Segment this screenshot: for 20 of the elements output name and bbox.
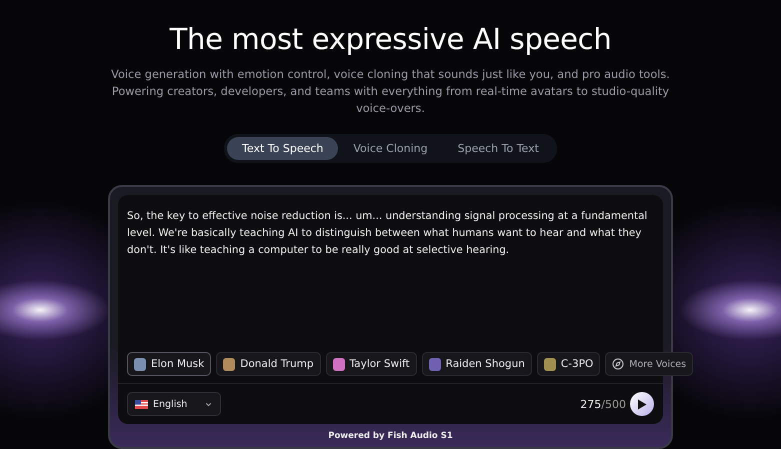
page-subtitle: Voice generation with emotion control, voice cloning that sounds just like you, and pro audio tools. Powering creators, developers, and teams with everything from real-time avatars to studio-quality voice-overs. [110,67,670,117]
voice-chip[interactable]: Taylor Swift [326,352,417,376]
play-icon [637,398,647,410]
language-select[interactable]: English [127,392,221,416]
character-count: 275 [580,398,602,410]
tab[interactable]: Text To Speech [227,137,338,160]
character-limit: /500 [601,398,626,410]
powered-by-text: Powered by Fish Audio S1 [327,431,454,441]
page-title: The most expressive AI speech [170,22,612,56]
more-voices-button[interactable]: More Voices [605,352,694,376]
tab[interactable]: Voice Cloning [338,137,443,160]
tab[interactable]: Speech To Text [442,137,554,160]
flag-icon [135,400,148,408]
voice-chip[interactable]: Raiden Shogun [422,352,532,376]
play-button[interactable] [630,392,654,416]
voice-chip[interactable]: Elon Musk [127,352,212,376]
voice-chip[interactable]: Donald Trump [216,352,320,376]
speech-text[interactable]: So, the key to effective noise reduction is... um... understanding signal processing at a fundamental level. We're basically teaching AI to distinguish between what humans want to hear and what they don't. It's like teaching a computer to be really good at selective hearing. [118,195,663,352]
compass-icon [612,358,624,370]
voice-chip[interactable]: C-3PO [536,352,600,376]
